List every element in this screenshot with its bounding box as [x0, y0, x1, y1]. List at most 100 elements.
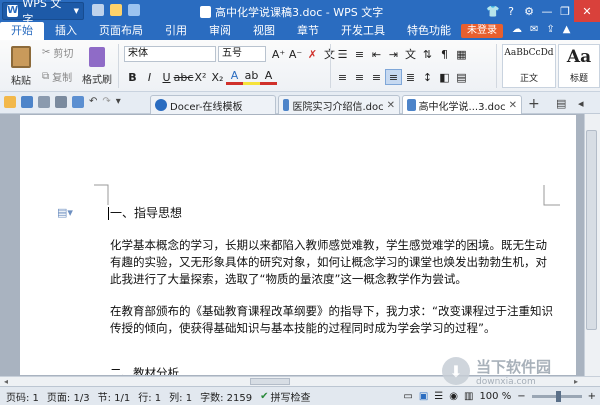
- align-center-icon[interactable]: ≡: [351, 69, 368, 85]
- doc-paragraph: 在教育部颁布的《基础教育课程改革纲要》的指导下，我力求：“改变课程过于注重知识传…: [110, 304, 553, 335]
- print-preview-icon[interactable]: [55, 96, 67, 108]
- page-view-icon[interactable]: ▣: [419, 391, 428, 402]
- decrease-indent-icon[interactable]: ⇤: [368, 46, 385, 62]
- open-icon[interactable]: [4, 96, 16, 108]
- minimize-button[interactable]: —: [538, 0, 556, 22]
- scrollbar-thumb[interactable]: [586, 130, 597, 330]
- cut-button[interactable]: ✂ 剪切: [42, 45, 73, 60]
- chinese-layout-icon[interactable]: 文: [402, 46, 419, 62]
- status-row[interactable]: 行: 1: [138, 389, 161, 404]
- tab-chemistry-doc[interactable]: 高中化学说...3.doc ✕: [402, 95, 522, 114]
- align-left-icon[interactable]: ≡: [334, 69, 351, 85]
- close-tab-icon[interactable]: ✕: [509, 100, 517, 111]
- menu-home[interactable]: 开始: [0, 22, 44, 40]
- format-painter-button[interactable]: 格式刷: [80, 43, 114, 89]
- save-icon[interactable]: [128, 4, 140, 16]
- grow-font-icon[interactable]: A⁺: [270, 46, 287, 62]
- copy-label: 复制: [52, 73, 73, 84]
- subscript-button[interactable]: X₂: [209, 69, 226, 85]
- export-icon[interactable]: [72, 96, 84, 108]
- customize-icon[interactable]: ▾: [116, 96, 121, 108]
- reading-view-icon[interactable]: ▥: [464, 391, 473, 402]
- skin-icon[interactable]: 👕: [484, 0, 502, 22]
- close-button[interactable]: ✕: [574, 0, 600, 22]
- font-name-combo[interactable]: 宋体: [124, 46, 216, 62]
- tab-scroll-icon[interactable]: ◂: [578, 97, 584, 110]
- borders-icon[interactable]: ▦: [453, 46, 470, 62]
- scroll-left-icon[interactable]: ◂: [4, 377, 8, 386]
- outline-view-icon[interactable]: ☰: [434, 391, 443, 402]
- app-menu-button[interactable]: W WPS 文字 ▼: [2, 0, 84, 26]
- copy-button[interactable]: ⧉ 复制: [42, 69, 72, 84]
- style-normal[interactable]: AaBbCcDd 正文: [502, 44, 556, 88]
- tab-hospital-letter[interactable]: 医院实习介绍信.doc ✕: [278, 95, 400, 114]
- feedback-icon[interactable]: ✉: [530, 24, 538, 35]
- zoom-in-icon[interactable]: +: [588, 391, 596, 402]
- menu-special[interactable]: 特色功能: [396, 22, 462, 40]
- help-icon[interactable]: ?: [502, 0, 520, 22]
- shrink-font-icon[interactable]: A⁻: [287, 46, 304, 62]
- clear-format-icon[interactable]: ✗: [304, 46, 321, 62]
- menu-section[interactable]: 章节: [286, 22, 330, 40]
- zoom-out-icon[interactable]: −: [517, 391, 525, 402]
- status-words[interactable]: 字数: 2159: [200, 389, 252, 404]
- upload-icon[interactable]: ⇪: [546, 24, 554, 35]
- maximize-button[interactable]: ❐: [556, 0, 574, 22]
- distributed-icon[interactable]: ≣: [402, 69, 419, 85]
- line-spacing-icon[interactable]: ↕: [419, 69, 436, 85]
- menu-developer[interactable]: 开发工具: [330, 22, 396, 40]
- web-view-icon[interactable]: ◉: [449, 391, 458, 402]
- zoom-slider[interactable]: [531, 390, 582, 402]
- new-doc-icon[interactable]: [92, 4, 104, 16]
- status-pages[interactable]: 页面: 1/3: [47, 389, 90, 404]
- open-folder-icon[interactable]: [110, 4, 122, 16]
- font-color-button[interactable]: A: [226, 69, 243, 85]
- settings-icon[interactable]: ⚙: [520, 0, 538, 22]
- increase-indent-icon[interactable]: ⇥: [385, 46, 402, 62]
- print-icon[interactable]: [38, 96, 50, 108]
- menu-references[interactable]: 引用: [154, 22, 198, 40]
- text-color-button[interactable]: A: [260, 69, 277, 85]
- new-tab-button[interactable]: +: [528, 96, 540, 112]
- save-icon[interactable]: [21, 96, 33, 108]
- highlight-button[interactable]: ab: [243, 69, 260, 85]
- table-border-icon[interactable]: ▤: [453, 69, 470, 85]
- view-mode-icon[interactable]: ▭: [403, 391, 412, 402]
- bullet-list-icon[interactable]: ☰: [334, 46, 351, 62]
- expand-icon[interactable]: ▲: [563, 24, 571, 35]
- ribbon-divider: [496, 44, 497, 88]
- menu-page-layout[interactable]: 页面布局: [88, 22, 154, 40]
- sort-icon[interactable]: ⇅: [419, 46, 436, 62]
- tab-docer[interactable]: Docer-在线模板: [150, 95, 276, 114]
- shading-icon[interactable]: ◧: [436, 69, 453, 85]
- superscript-button[interactable]: X²: [192, 69, 209, 85]
- font-size-combo[interactable]: 五号: [218, 46, 266, 62]
- style-heading[interactable]: Aa 标题: [558, 44, 600, 88]
- show-marks-icon[interactable]: ¶: [436, 46, 453, 62]
- menu-insert[interactable]: 插入: [44, 22, 88, 40]
- bold-button[interactable]: B: [124, 69, 141, 85]
- paragraph-handle-icon[interactable]: ▤▾: [57, 206, 73, 219]
- undo-icon[interactable]: ↶: [89, 96, 97, 108]
- italic-button[interactable]: I: [141, 69, 158, 85]
- paste-button[interactable]: 粘贴: [4, 43, 38, 89]
- menu-view[interactable]: 视图: [242, 22, 286, 40]
- numbered-list-icon[interactable]: ≡: [351, 46, 368, 62]
- zoom-value[interactable]: 100 %: [479, 391, 511, 402]
- cloud-icon[interactable]: ☁: [512, 24, 522, 35]
- underline-button[interactable]: U: [158, 69, 175, 85]
- redo-icon[interactable]: ↷: [102, 96, 110, 108]
- status-page-code[interactable]: 页码: 1: [6, 389, 39, 404]
- login-button[interactable]: 未登录: [461, 24, 503, 38]
- status-section[interactable]: 节: 1/1: [98, 389, 131, 404]
- strikethrough-button[interactable]: abc: [174, 69, 194, 85]
- close-tab-icon[interactable]: ✕: [387, 100, 395, 111]
- spell-check-button[interactable]: ✔ 拼写检查: [260, 389, 310, 404]
- tab-list-icon[interactable]: ▤: [556, 97, 566, 110]
- align-right-icon[interactable]: ≡: [368, 69, 385, 85]
- menu-review[interactable]: 审阅: [198, 22, 242, 40]
- h-scrollbar-thumb[interactable]: [250, 378, 290, 385]
- justify-icon[interactable]: ≡: [385, 69, 402, 85]
- status-col[interactable]: 列: 1: [169, 389, 192, 404]
- zoom-slider-handle[interactable]: [555, 390, 561, 402]
